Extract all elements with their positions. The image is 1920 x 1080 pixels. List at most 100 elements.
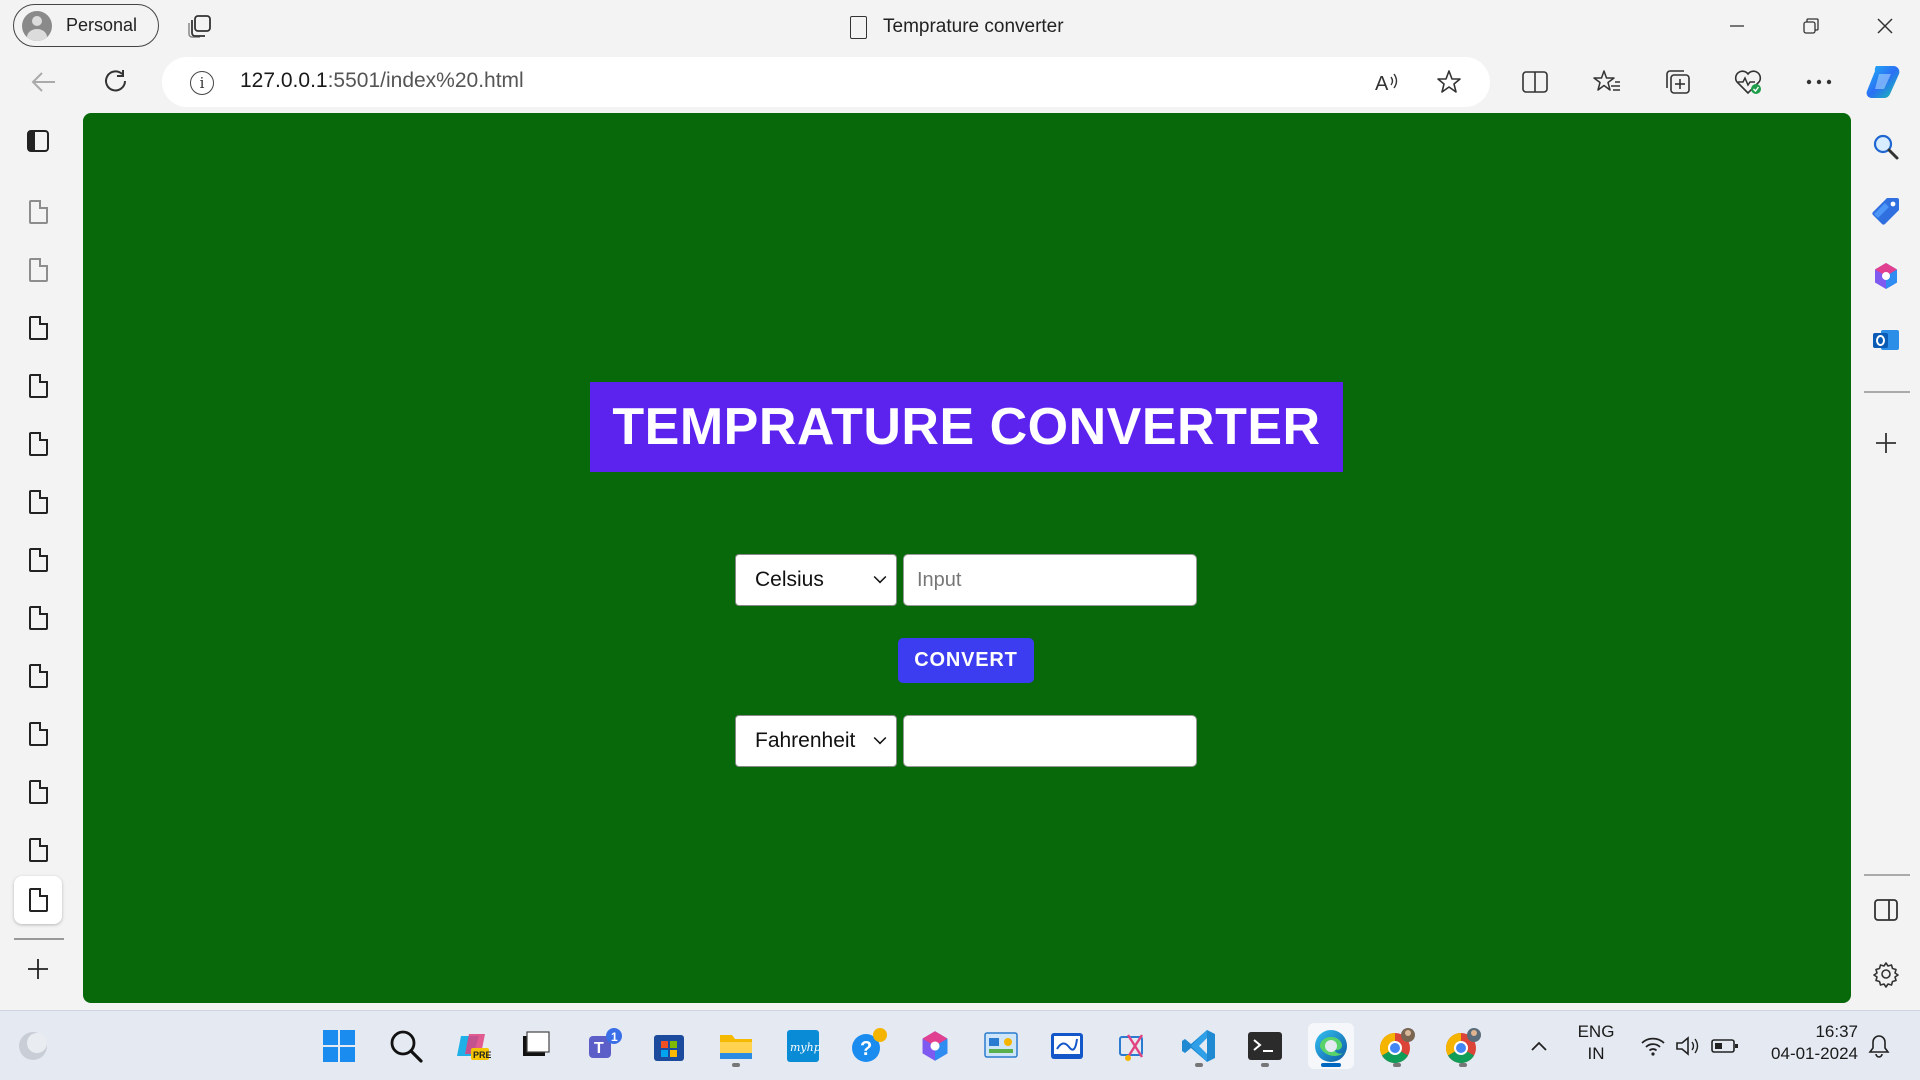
edge-sidebar [1852, 112, 1920, 1010]
control-panel-icon[interactable] [978, 1023, 1024, 1069]
copilot-button-icon[interactable] [1862, 60, 1906, 104]
tab-item-11[interactable] [14, 768, 62, 816]
tab-item-12[interactable] [14, 826, 62, 874]
minimize-button[interactable] [1707, 10, 1767, 42]
sidebar-toggle-icon[interactable] [14, 117, 62, 165]
running-indicator [1195, 1063, 1203, 1067]
document-icon [28, 888, 48, 912]
browser-essentials-icon[interactable] [1726, 60, 1770, 104]
document-icon [28, 432, 48, 456]
taskbar-search-icon[interactable] [383, 1023, 429, 1069]
svg-text:?: ? [860, 1038, 872, 1060]
show-hidden-icons-chevron-up-icon[interactable] [1516, 1023, 1562, 1069]
profile-button[interactable]: Personal [13, 4, 159, 47]
active-indicator [1321, 1063, 1341, 1067]
sidebar-divider [1864, 391, 1910, 393]
outlook-icon[interactable] [1862, 316, 1910, 364]
chevron-down-icon [873, 570, 887, 584]
vscode-icon[interactable] [1176, 1023, 1222, 1069]
teams-icon[interactable]: T1 [581, 1023, 627, 1069]
weather-widget-icon[interactable] [10, 1023, 56, 1069]
file-explorer-icon[interactable] [713, 1023, 759, 1069]
battery-icon[interactable] [1702, 1023, 1748, 1069]
running-indicator [1459, 1063, 1467, 1067]
copilot-app-icon[interactable] [912, 1023, 958, 1069]
tab-item-3[interactable] [14, 304, 62, 352]
shopping-tag-icon[interactable] [1862, 187, 1910, 235]
url-text[interactable]: 127.0.0.1:5501/index%20.html [240, 69, 524, 93]
tab-item-2[interactable] [14, 246, 62, 294]
copilot-icon[interactable] [1862, 252, 1910, 300]
snipping-tool-icon[interactable] [1110, 1023, 1156, 1069]
tab-item-1[interactable] [14, 188, 62, 236]
document-icon [28, 258, 48, 282]
temperature-input[interactable] [903, 554, 1197, 606]
region-code: IN [1587, 1044, 1605, 1063]
svg-text:A: A [1375, 73, 1389, 95]
add-icon[interactable] [1862, 419, 1910, 467]
convert-button[interactable]: CONVERT [898, 638, 1034, 683]
sidebar-divider-bottom [1864, 874, 1910, 876]
refresh-button[interactable] [96, 62, 136, 102]
search-icon[interactable] [1862, 123, 1910, 171]
profile-label: Personal [66, 15, 138, 35]
from-unit-value: Celsius [755, 568, 824, 591]
settings-icon[interactable] [1862, 950, 1910, 998]
get-help-icon[interactable]: ? [846, 1023, 892, 1069]
notifications-bell-icon[interactable] [1856, 1023, 1902, 1069]
tab-item-9[interactable] [14, 652, 62, 700]
tab-item-active[interactable] [14, 876, 62, 924]
svg-text:PRE: PRE [473, 1050, 491, 1060]
collections-icon[interactable] [1656, 60, 1700, 104]
edge-browser-icon[interactable] [1308, 1023, 1354, 1069]
tab-actions-icon[interactable] [187, 13, 213, 39]
document-icon [28, 316, 48, 340]
chrome-profile-2-icon[interactable] [1440, 1023, 1486, 1069]
tab-item-7[interactable] [14, 536, 62, 584]
favorite-star-icon[interactable] [1436, 69, 1462, 95]
tab-item-6[interactable] [14, 478, 62, 526]
clock[interactable]: 16:37 04-01-2024 [1758, 1021, 1858, 1065]
tab-item-10[interactable] [14, 710, 62, 758]
microsoft-store-icon[interactable] [646, 1023, 692, 1069]
read-aloud-icon[interactable]: A [1374, 69, 1400, 95]
split-panel-icon[interactable] [1862, 886, 1910, 934]
running-indicator [1393, 1063, 1401, 1067]
split-screen-icon[interactable] [1513, 60, 1557, 104]
back-button[interactable] [24, 62, 64, 102]
page-viewport: TEMPRATURE CONVERTER Celsius CONVERT Fah… [83, 113, 1851, 1003]
from-unit-select[interactable]: Celsius [735, 554, 897, 606]
avatar-icon [22, 10, 52, 41]
svg-text:myhp: myhp [790, 1041, 820, 1054]
more-options-icon[interactable] [1797, 60, 1841, 104]
new-tab-button[interactable] [14, 945, 62, 993]
task-view-icon[interactable] [512, 1023, 558, 1069]
result-output[interactable] [903, 715, 1197, 767]
myhp-icon[interactable]: myhp [780, 1023, 826, 1069]
document-icon [28, 490, 48, 514]
language-indicator[interactable]: ENG IN [1570, 1021, 1622, 1065]
site-info-icon[interactable]: i [190, 71, 214, 95]
sidebar-divider [14, 938, 64, 940]
address-bar[interactable]: i 127.0.0.1:5501/index%20.html A [162, 57, 1490, 107]
chrome-profile-1-icon[interactable] [1374, 1023, 1420, 1069]
tab-item-4[interactable] [14, 362, 62, 410]
active-tab[interactable]: Temprature converter [850, 12, 1064, 42]
close-window-button[interactable] [1855, 10, 1915, 42]
tab-item-5[interactable] [14, 420, 62, 468]
start-button[interactable] [316, 1023, 362, 1069]
tab-item-8[interactable] [14, 594, 62, 642]
navigation-bar: i 127.0.0.1:5501/index%20.html A [0, 52, 1920, 112]
page-title: TEMPRATURE CONVERTER [612, 398, 1321, 456]
document-icon [28, 664, 48, 688]
document-icon [28, 780, 48, 804]
terminal-icon[interactable] [1242, 1023, 1288, 1069]
to-unit-select[interactable]: Fahrenheit [735, 715, 897, 767]
whiteboard-icon[interactable] [1044, 1023, 1090, 1069]
url-host: 127.0.0.1 [240, 69, 328, 92]
favorites-icon[interactable] [1585, 60, 1629, 104]
copilot-preview-icon[interactable]: PRE [450, 1023, 496, 1069]
windows-taskbar: PRE T1 myhp ? ENG IN 16:37 04-01-2024 [0, 1010, 1920, 1080]
to-unit-value: Fahrenheit [755, 729, 856, 752]
restore-button[interactable] [1781, 10, 1841, 42]
